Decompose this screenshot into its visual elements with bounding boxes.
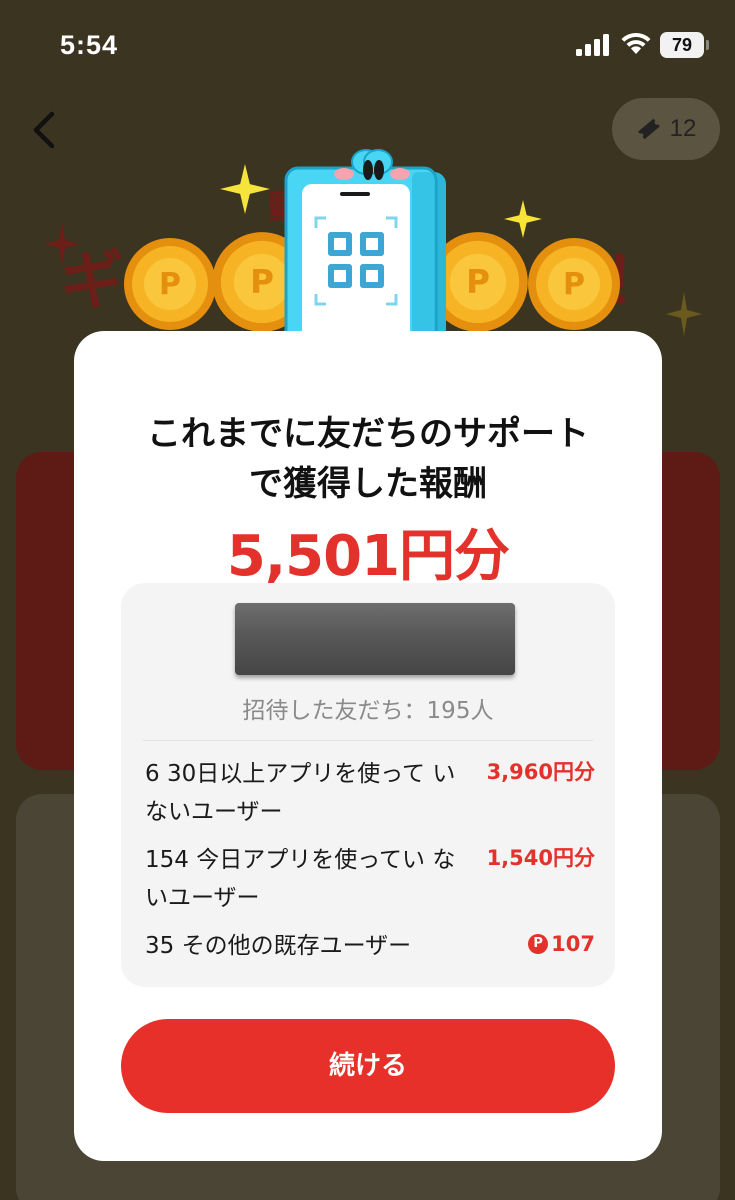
breakdown-label: 154 今日アプリを使ってい ないユーザー: [145, 847, 456, 911]
breakdown-value: 1,540円分: [487, 841, 595, 875]
sparkle-icon: [44, 222, 80, 266]
ticket-count-button[interactable]: 12: [612, 98, 720, 160]
continue-button[interactable]: 続ける: [121, 1019, 615, 1113]
breakdown-value: 3,960円分: [487, 755, 595, 789]
modal-title: これまでに友だちのサポート で獲得した報酬: [147, 414, 589, 504]
status-time: 5:54: [60, 30, 119, 60]
breakdown-value-text: 1,540円分: [486, 846, 595, 870]
battery-indicator: 79: [660, 32, 709, 58]
svg-text:P: P: [563, 267, 585, 302]
sparkle-icon: [666, 292, 702, 336]
breakdown-value-text: 107: [551, 932, 595, 956]
coin-icon: P: [528, 238, 620, 330]
status-bar: 5:54 79: [0, 0, 735, 90]
total-reward-amount: 5,501円分: [226, 524, 510, 589]
svg-text:P: P: [250, 263, 274, 301]
cellular-signal-icon: [576, 34, 609, 56]
breakdown-label: 35 その他の既存ユーザー: [145, 933, 412, 959]
divider: [143, 740, 593, 741]
ticket-icon: [637, 118, 660, 140]
reward-summary-modal: これまでに友だちのサポート で獲得した報酬 5,501円分 招待した友だち：19…: [74, 331, 662, 1161]
coin-icon: P: [124, 238, 216, 330]
svg-text:P: P: [159, 267, 181, 302]
qr-phone-mascot-icon: [284, 149, 446, 356]
sparkle-icon: [220, 164, 270, 214]
invited-friends-count: 招待した友だち：195人: [242, 698, 494, 724]
ticket-count: 12: [669, 115, 697, 142]
chevron-left-icon[interactable]: [28, 108, 62, 152]
svg-text:P: P: [466, 263, 490, 301]
breakdown-label: 6 30日以上アプリを使って いないユーザー: [145, 761, 456, 825]
wifi-icon: [621, 32, 651, 54]
point-icon: P: [528, 934, 549, 954]
redacted-block: [235, 603, 515, 675]
reward-breakdown-box: 招待した友だち：195人 6 30日以上アプリを使って いないユーザー 3,96…: [121, 583, 615, 987]
sparkle-icon: [504, 200, 542, 238]
breakdown-value: P 107: [528, 927, 595, 961]
breakdown-value-text: 3,960円分: [486, 760, 595, 784]
